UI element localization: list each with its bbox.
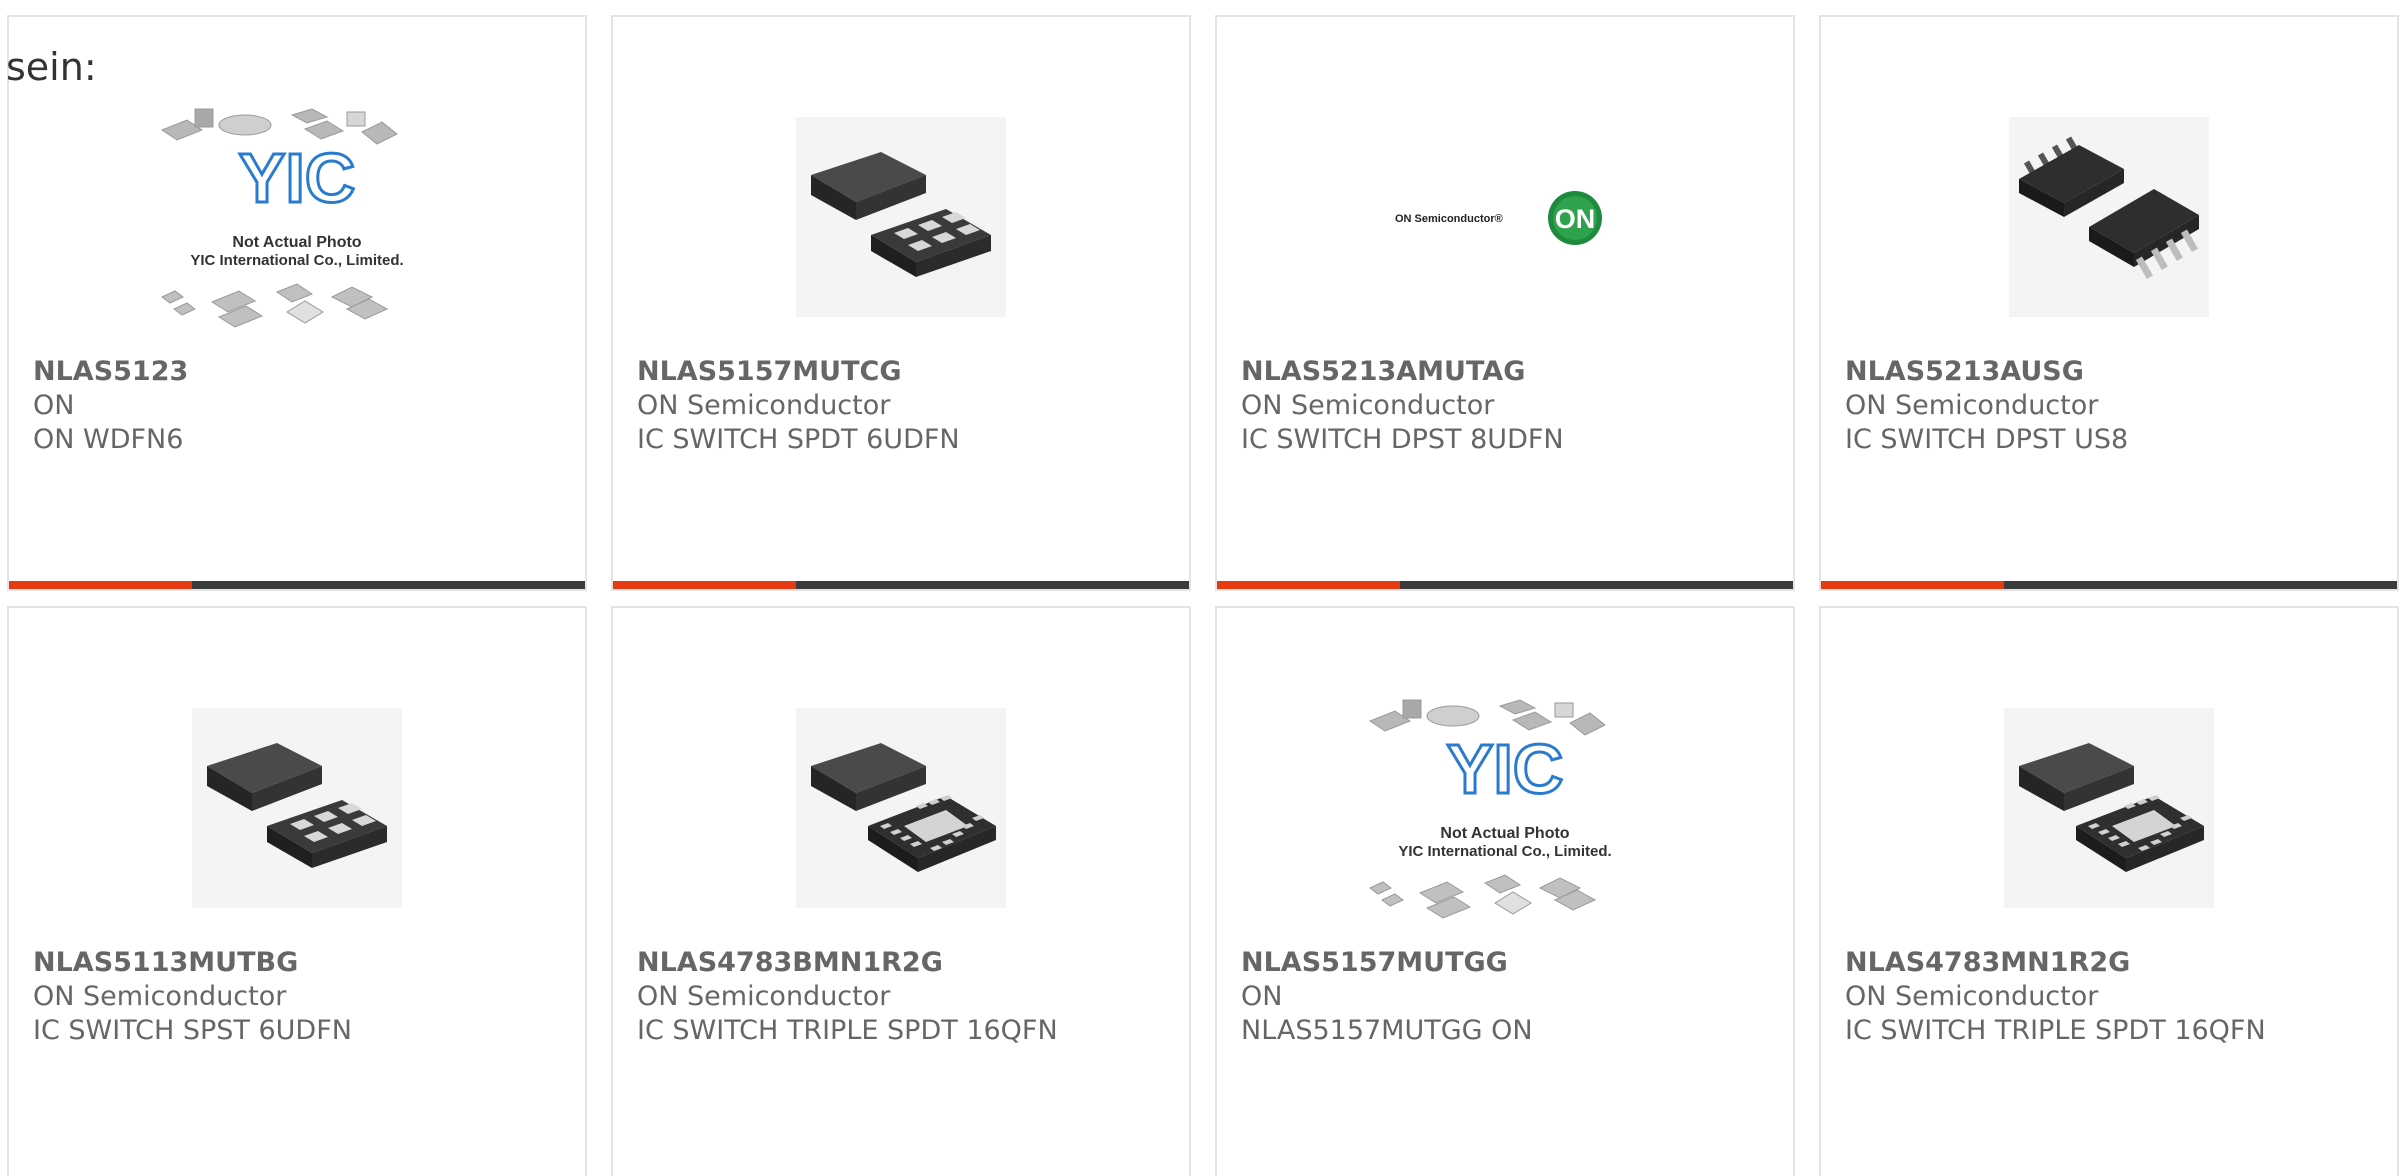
part-number-link[interactable]: NLAS4783BMN1R2G bbox=[637, 946, 1169, 980]
description: IC SWITCH TRIPLE SPDT 16QFN bbox=[1845, 1015, 2266, 1046]
manufacturer: ON bbox=[1241, 981, 1283, 1012]
product-card[interactable]: NLAS5113MUTBG ON Semiconductor IC SWITCH… bbox=[7, 606, 587, 1176]
on-semiconductor-logo-icon: ON Semiconductor® ON bbox=[1395, 191, 1602, 245]
product-card[interactable]: YIC Not Actual Photo YIC International C… bbox=[1215, 606, 1795, 1176]
product-image[interactable]: YIC Not Actual Photo YIC International C… bbox=[9, 77, 585, 357]
placeholder-photo-icon: YIC Not Actual Photo YIC International C… bbox=[160, 108, 404, 328]
placeholder-caption: YIC International Co., Limited. bbox=[190, 252, 403, 269]
product-card[interactable]: NLAS5213AUSG ON Semiconductor IC SWITCH … bbox=[1819, 15, 2399, 591]
card-bar-accent bbox=[1217, 581, 1400, 589]
product-image[interactable] bbox=[1821, 668, 2397, 948]
card-bar bbox=[9, 581, 585, 589]
card-bar-accent bbox=[613, 581, 796, 589]
qfn16-chip-icon bbox=[2004, 708, 2214, 908]
product-info: NLAS5213AUSG ON Semiconductor IC SWITCH … bbox=[1845, 355, 2377, 457]
card-bar-accent bbox=[1821, 581, 2004, 589]
description: IC SWITCH TRIPLE SPDT 16QFN bbox=[637, 1015, 1058, 1046]
product-info: NLAS5113MUTBG ON Semiconductor IC SWITCH… bbox=[33, 946, 565, 1048]
manufacturer: ON Semiconductor bbox=[637, 390, 891, 421]
product-card[interactable]: NLAS4783BMN1R2G ON Semiconductor IC SWIT… bbox=[611, 606, 1191, 1176]
product-image[interactable] bbox=[1821, 77, 2397, 357]
part-number-link[interactable]: NLAS5157MUTCG bbox=[637, 355, 1169, 389]
card-bar bbox=[613, 581, 1189, 589]
manufacturer: ON bbox=[33, 390, 75, 421]
yic-logo: YIC bbox=[239, 139, 356, 217]
description: NLAS5157MUTGG ON bbox=[1241, 1015, 1533, 1046]
product-image[interactable]: YIC Not Actual Photo YIC International C… bbox=[1217, 668, 1793, 948]
product-card[interactable]: ON Semiconductor® ON NLAS5213AMUTAG ON S… bbox=[1215, 15, 1795, 591]
product-card[interactable]: NLAS5157MUTCG ON Semiconductor IC SWITCH… bbox=[611, 15, 1191, 591]
placeholder-caption: Not Actual Photo bbox=[232, 234, 361, 251]
manufacturer: ON Semiconductor bbox=[637, 981, 891, 1012]
manufacturer: ON Semiconductor bbox=[1241, 390, 1495, 421]
card-bar bbox=[1217, 581, 1793, 589]
product-info: NLAS4783BMN1R2G ON Semiconductor IC SWIT… bbox=[637, 946, 1169, 1048]
product-card[interactable]: NLAS4783MN1R2G ON Semiconductor IC SWITC… bbox=[1819, 606, 2399, 1176]
product-card[interactable]: YIC Not Actual Photo YIC International C… bbox=[7, 15, 587, 591]
intro-text: sein: bbox=[6, 45, 97, 89]
yic-logo: YIC bbox=[1447, 730, 1564, 808]
product-info: NLAS5213AMUTAG ON Semiconductor IC SWITC… bbox=[1241, 355, 1773, 457]
product-image[interactable] bbox=[613, 77, 1189, 357]
product-grid: YIC Not Actual Photo YIC International C… bbox=[7, 15, 2400, 1176]
us8-chip-icon bbox=[2009, 117, 2209, 317]
product-info: NLAS5157MUTCG ON Semiconductor IC SWITCH… bbox=[637, 355, 1169, 457]
manufacturer: ON Semiconductor bbox=[33, 981, 287, 1012]
product-info: NLAS5123 ON ON WDFN6 bbox=[33, 355, 565, 457]
card-bar-accent bbox=[9, 581, 192, 589]
product-image[interactable]: ON Semiconductor® ON bbox=[1217, 77, 1793, 357]
product-image[interactable] bbox=[613, 668, 1189, 948]
manufacturer: ON Semiconductor bbox=[1845, 981, 2099, 1012]
placeholder-photo-icon: YIC Not Actual Photo YIC International C… bbox=[1368, 699, 1612, 919]
udfn6-chip-icon bbox=[192, 708, 402, 908]
qfn16-chip-icon bbox=[796, 708, 1006, 908]
product-image[interactable] bbox=[9, 668, 585, 948]
product-info: NLAS5157MUTGG ON NLAS5157MUTGG ON bbox=[1241, 946, 1773, 1048]
udfn6-chip-icon bbox=[796, 117, 1006, 317]
product-info: NLAS4783MN1R2G ON Semiconductor IC SWITC… bbox=[1845, 946, 2377, 1048]
description: IC SWITCH DPST US8 bbox=[1845, 424, 2129, 455]
logo-text: ON Semiconductor® bbox=[1395, 213, 1503, 225]
part-number-link[interactable]: NLAS5157MUTGG bbox=[1241, 946, 1773, 980]
part-number-link[interactable]: NLAS5113MUTBG bbox=[33, 946, 565, 980]
part-number-link[interactable]: NLAS5123 bbox=[33, 355, 565, 389]
description: IC SWITCH SPDT 6UDFN bbox=[637, 424, 960, 455]
part-number-link[interactable]: NLAS5213AMUTAG bbox=[1241, 355, 1773, 389]
description: ON WDFN6 bbox=[33, 424, 184, 455]
logo-badge: ON bbox=[1555, 204, 1596, 234]
part-number-link[interactable]: NLAS5213AUSG bbox=[1845, 355, 2377, 389]
card-bar bbox=[1821, 581, 2397, 589]
placeholder-caption: YIC International Co., Limited. bbox=[1398, 843, 1611, 860]
part-number-link[interactable]: NLAS4783MN1R2G bbox=[1845, 946, 2377, 980]
placeholder-caption: Not Actual Photo bbox=[1440, 825, 1569, 842]
description: IC SWITCH DPST 8UDFN bbox=[1241, 424, 1564, 455]
description: IC SWITCH SPST 6UDFN bbox=[33, 1015, 352, 1046]
manufacturer: ON Semiconductor bbox=[1845, 390, 2099, 421]
